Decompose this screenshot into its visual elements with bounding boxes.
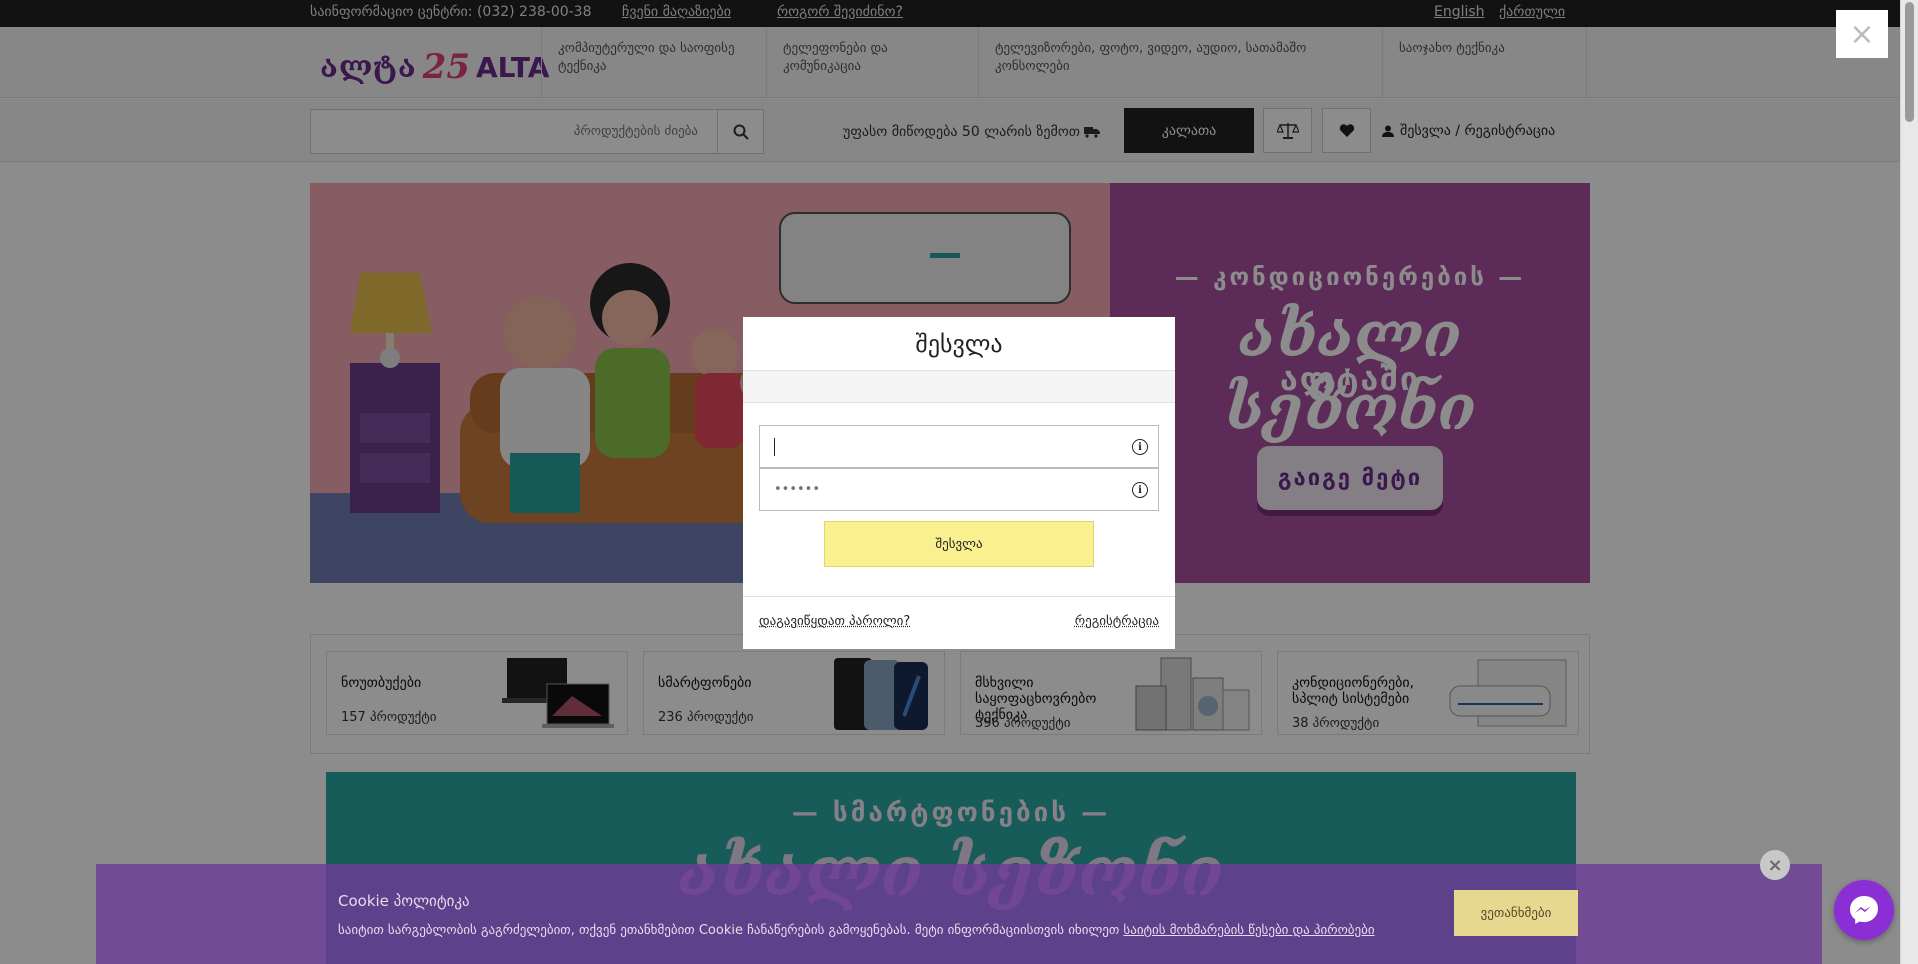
- close-symbol: ×: [1849, 16, 1875, 52]
- username-input[interactable]: [760, 426, 1120, 467]
- login-modal-title: შესვლა: [743, 317, 1175, 371]
- cookie-text-body: საიტით სარგებლობის გაგრძელებით, თქვენ ეთ…: [338, 923, 1124, 938]
- close-icon[interactable]: ×: [1836, 10, 1888, 58]
- info-icon[interactable]: i: [1132, 439, 1148, 455]
- cookie-policy-link[interactable]: საიტის მოხმარების წესები და პირობები: [1123, 923, 1374, 938]
- messenger-chat-button[interactable]: [1834, 880, 1894, 940]
- text-caret: [774, 438, 775, 456]
- scrollbar-thumb[interactable]: [1905, 2, 1914, 122]
- login-submit-button[interactable]: შესვლა: [824, 521, 1094, 567]
- messenger-icon: [1850, 896, 1878, 924]
- password-field[interactable]: i: [759, 468, 1159, 511]
- username-field[interactable]: i: [759, 425, 1159, 468]
- cookie-accept-button[interactable]: ვეთანხმები: [1454, 890, 1578, 936]
- password-input[interactable]: [760, 469, 1120, 510]
- login-modal-footer: დაგავიწყდათ პაროლი? რეგისტრაცია: [743, 596, 1175, 649]
- modal-header-strip: [743, 371, 1175, 403]
- login-modal: შესვლა i i შესვლა დაგავიწყდათ პაროლი? რე…: [743, 317, 1175, 649]
- page-scrollbar[interactable]: [1900, 0, 1918, 964]
- cookie-text: საიტით სარგებლობის გაგრძელებით, თქვენ ეთ…: [338, 923, 1375, 938]
- cookie-title: Cookie პოლიტიკა: [338, 892, 470, 910]
- cookie-banner: Cookie პოლიტიკა საიტით სარგებლობის გაგრძ…: [96, 864, 1822, 964]
- info-icon[interactable]: i: [1132, 482, 1148, 498]
- register-link[interactable]: რეგისტრაცია: [1075, 614, 1159, 629]
- close-icon[interactable]: ×: [1760, 850, 1790, 880]
- cookie-close-symbol: ×: [1767, 854, 1783, 876]
- forgot-password-link[interactable]: დაგავიწყდათ პაროლი?: [759, 614, 910, 629]
